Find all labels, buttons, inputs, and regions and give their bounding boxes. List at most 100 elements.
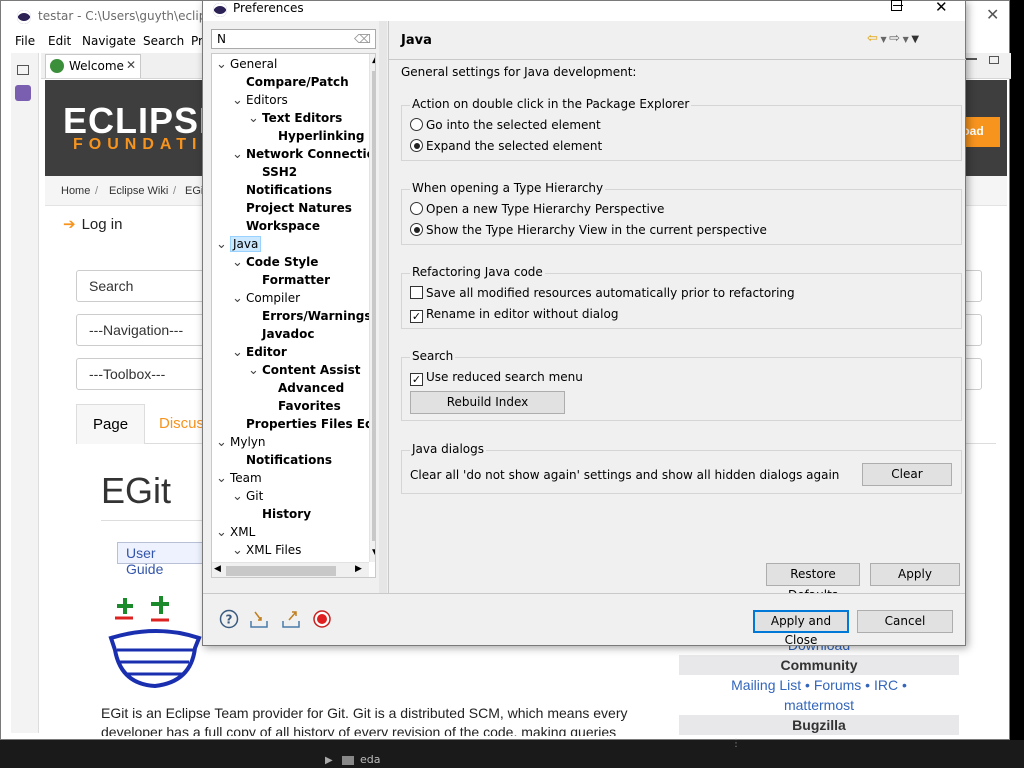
scroll-up-icon[interactable]: ▲ [372,55,375,65]
tree-node[interactable]: Properties Files Edito [232,415,375,433]
tree-node[interactable]: ⌄ Mylyn [216,433,266,451]
close-icon[interactable]: ✕ [935,0,948,16]
tree-node[interactable]: Formatter [248,271,330,289]
rebuild-index-button[interactable]: Rebuild Index [410,391,565,414]
tree-node[interactable]: ⌄ Network Connection [232,145,375,164]
tree-node[interactable]: Errors/Warnings [248,307,371,325]
taskbar-item[interactable]: eda [360,753,381,766]
tree-node[interactable]: Favorites [264,397,341,415]
radio-button[interactable] [410,223,423,236]
save-modified-checkbox[interactable]: Save all modified resources automaticall… [410,284,795,302]
view-menu-icon[interactable]: ▼ [911,34,919,45]
chevron-down-icon[interactable]: ⌄ [232,488,246,506]
tab-page[interactable]: Page [76,404,146,444]
breadcrumb-wiki[interactable]: Eclipse Wiki [109,185,168,197]
tree-node[interactable]: ⌄ Compiler [232,289,300,307]
scroll-thumb[interactable] [226,566,336,576]
chevron-down-icon[interactable]: ⌄ [216,524,230,542]
mattermost-link[interactable]: mattermost [679,695,959,715]
tree-node[interactable]: Notifications [232,181,332,199]
back-icon[interactable]: ⇦ [867,31,878,46]
export-icon[interactable] [281,609,301,629]
open-perspective-radio[interactable]: Open a new Type Hierarchy Perspective [410,200,664,218]
tree-node[interactable]: ⌄ XML Files [232,541,301,559]
scroll-thumb[interactable] [372,71,375,541]
minimize-icon[interactable] [966,58,977,60]
close-tab-icon[interactable]: ✕ [126,58,136,72]
checkbox[interactable] [410,286,423,299]
apply-and-close-button[interactable]: Apply and Close [753,610,849,647]
tree-node[interactable]: ⌄ Git [232,487,263,505]
rename-in-editor-checkbox[interactable]: ✓ Rename in editor without dialog [410,305,618,323]
menu-search[interactable]: Search [143,34,184,48]
radio-button[interactable] [410,202,423,215]
tree-node[interactable]: Project Natures [232,199,352,217]
tab-welcome[interactable]: Welcome ✕ [45,54,141,78]
community-links[interactable]: Mailing List • Forums • IRC • [679,675,959,695]
chevron-down-icon[interactable]: ⌄ [232,290,246,308]
scroll-right-icon[interactable]: ▶ [355,564,362,574]
pane-sash[interactable] [379,21,387,593]
chevron-down-icon[interactable]: ⌄ [232,542,246,560]
help-icon[interactable]: ? [219,609,239,629]
tree-node[interactable]: ⌄ Editors [232,91,288,109]
menu-edit[interactable]: Edit [48,34,71,48]
tree-node[interactable]: ⌄ Team [216,469,262,487]
tree-node[interactable]: ⌄ Text Editors [248,109,342,127]
chevron-down-icon[interactable]: ⌄ [216,470,230,488]
chevron-down-icon[interactable]: ⌄ [232,254,246,272]
git-icon[interactable] [15,85,31,101]
user-guide-link[interactable]: User Guide [117,542,205,577]
chevron-down-icon[interactable]: ⌄ [232,92,246,110]
chevron-down-icon[interactable]: ⌄ [248,110,262,128]
tree-node[interactable]: ⌄ Code Style [232,253,318,271]
tree-node[interactable]: ⌄ General [216,55,277,73]
expand-radio[interactable]: Expand the selected element [410,137,602,155]
maximize-icon[interactable] [891,0,902,11]
restore-defaults-button[interactable]: Restore Defaults [766,563,860,602]
chevron-down-icon[interactable]: ⌄ [216,434,230,452]
show-view-radio[interactable]: Show the Type Hierarchy View in the curr… [410,221,767,239]
clear-button[interactable]: Clear [862,463,952,486]
tree-node[interactable]: Compare/Patch [232,73,349,91]
go-into-radio[interactable]: Go into the selected element [410,116,601,134]
tree-node[interactable]: Javadoc [248,325,314,343]
tree-node[interactable]: History [248,505,311,523]
tree-node[interactable]: Hyperlinking [264,127,365,145]
checkbox[interactable]: ✓ [410,310,423,323]
scroll-left-icon[interactable]: ◀ [214,564,221,574]
restore-icon[interactable] [17,65,29,75]
tree-node[interactable]: ⌄ Java [216,235,262,254]
clear-filter-icon[interactable]: ⌫ [354,32,371,46]
checkbox[interactable]: ✓ [410,373,423,386]
tree-node[interactable]: Workspace [232,217,320,235]
tree-node[interactable]: ⌄ Content Assist [248,361,361,379]
radio-button[interactable] [410,139,423,152]
tree-node[interactable]: ⌄ XML [216,523,255,541]
close-icon[interactable]: ✕ [986,5,999,24]
radio-button[interactable] [410,118,423,131]
sash-grip-icon[interactable]: ⋮ [731,738,741,749]
login-link[interactable]: ➔ Log in [63,215,122,233]
tree-horizontal-scrollbar[interactable]: ◀ ▶ [212,562,369,577]
scroll-down-icon[interactable]: ▼ [372,548,375,558]
maximize-icon[interactable] [989,56,999,64]
tree-node[interactable]: Advanced [264,379,344,397]
filter-input[interactable]: N ⌫ [211,29,376,49]
chevron-down-icon[interactable]: ⌄ [232,146,246,164]
apply-button[interactable]: Apply [870,563,960,586]
record-icon[interactable] [312,609,332,629]
cancel-button[interactable]: Cancel [857,610,953,633]
chevron-down-icon[interactable]: ⌄ [216,236,230,254]
breadcrumb-home[interactable]: Home [61,185,90,197]
menu-file[interactable]: File [15,34,35,48]
tree-node[interactable]: SSH2 [248,163,297,181]
forward-icon[interactable]: ⇨ [889,31,900,46]
tree-node[interactable]: Notifications [232,451,332,469]
import-icon[interactable] [249,609,269,629]
menu-navigate[interactable]: Navigate [82,34,136,48]
tree-vertical-scrollbar[interactable]: ▲ ▼ [369,54,375,562]
chevron-down-icon[interactable]: ⌄ [216,56,230,74]
chevron-down-icon[interactable]: ⌄ [248,362,262,380]
tree-node[interactable]: ⌄Editor [232,343,287,361]
